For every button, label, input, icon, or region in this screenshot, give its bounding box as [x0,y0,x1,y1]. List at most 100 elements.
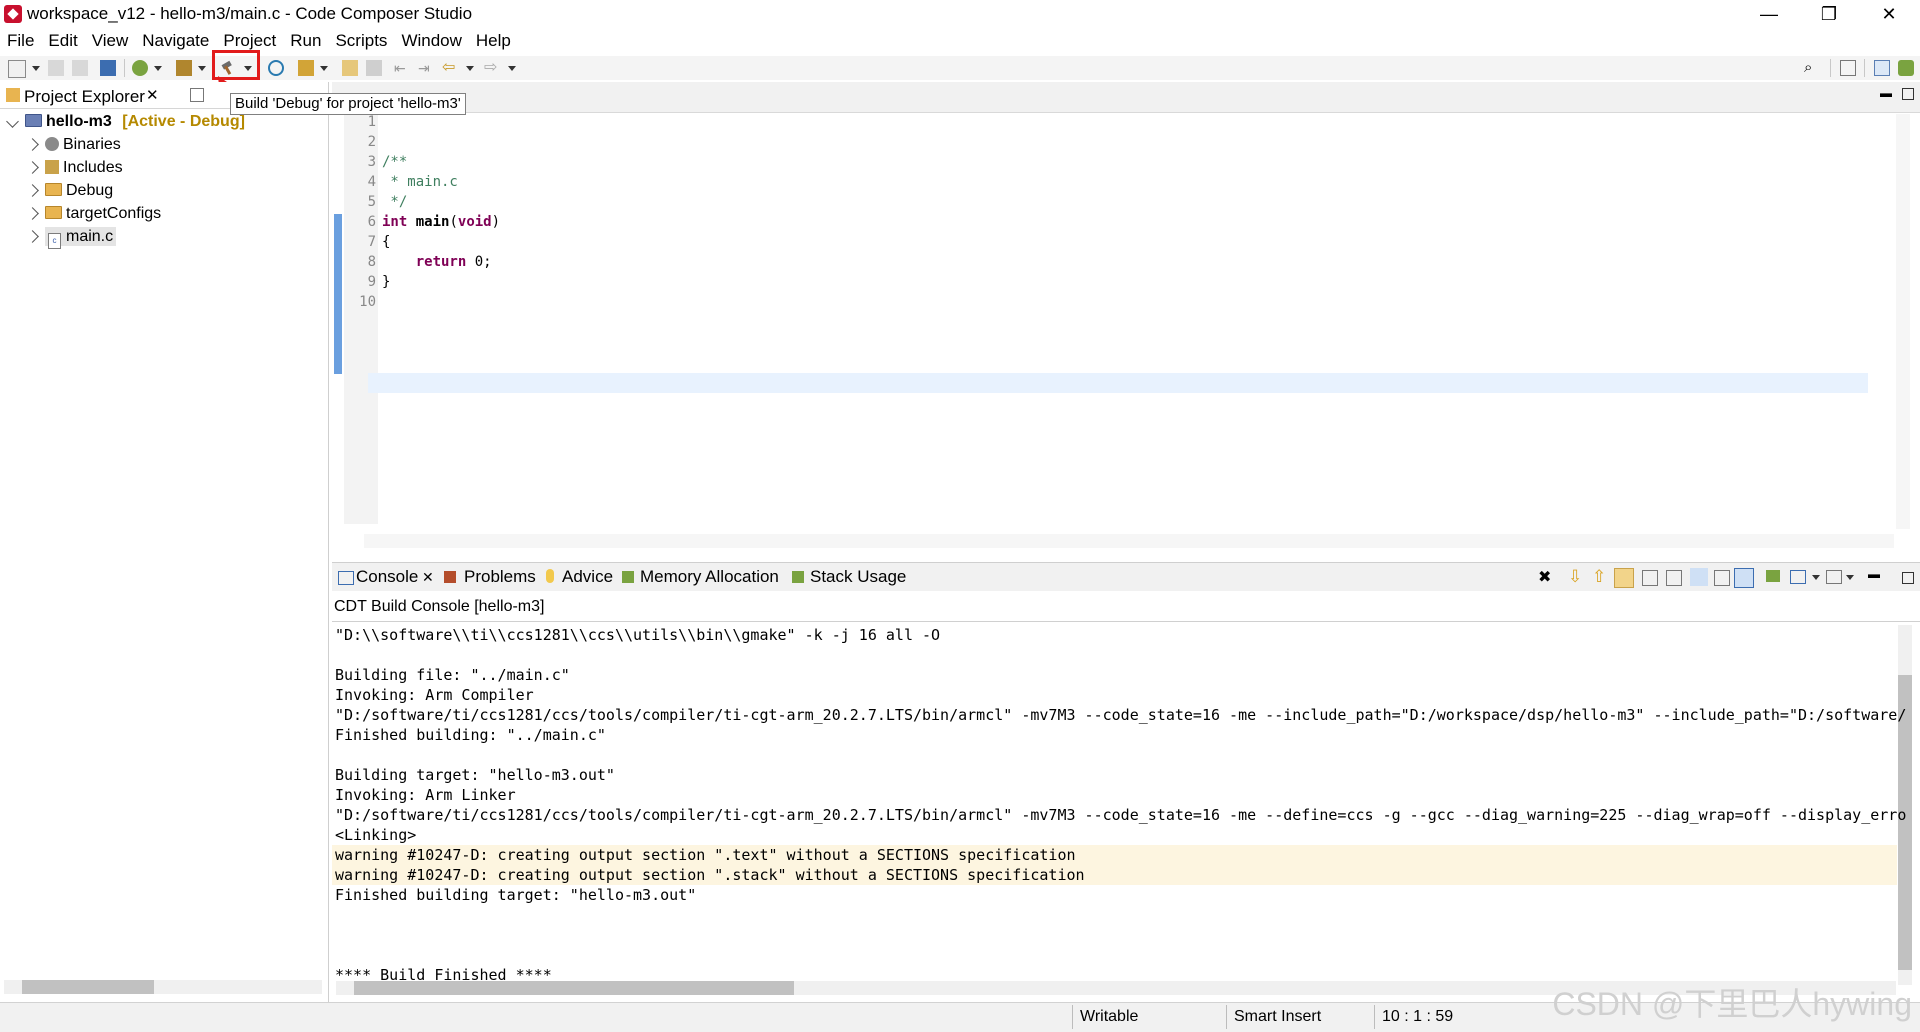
terminal-icon[interactable] [100,60,116,76]
tree-item-label: targetConfigs [66,205,162,222]
console-tabbar: Console ✕ Problems Advice Memory Allocat… [332,563,1920,591]
open-console-icon[interactable] [1766,570,1780,582]
chevron-right-icon[interactable] [26,161,39,174]
console-line: <Linking> [335,826,417,844]
tree-item-main-c[interactable]: c main.c [26,226,117,249]
tab-console[interactable]: Console [356,567,418,587]
forward-arrow-icon[interactable]: ⇨ [484,60,500,76]
wand-icon[interactable] [298,60,314,76]
chevron-right-icon[interactable] [26,138,39,151]
code-line[interactable]: { [382,234,390,250]
tab-project-explorer[interactable]: Project Explorer [24,87,145,107]
display-dropdown-icon[interactable] [1812,575,1820,580]
scroll-thumb[interactable] [22,980,154,994]
show-on-error-icon[interactable] [1734,568,1754,588]
menu-edit[interactable]: Edit [41,29,84,53]
code-editor[interactable]: ▬ 1 2 3 /** 4 * main.c 5 */ 6 int main(void) 7 {8… [332,82,1920,548]
annotation-icon[interactable] [342,60,358,76]
minimize-view-icon[interactable]: ▬ [1868,567,1880,581]
show-on-output-icon[interactable] [1714,570,1730,586]
c-file-icon: c [48,233,61,249]
refresh-icon[interactable] [268,60,284,76]
save-icon[interactable] [48,60,64,76]
open-perspective-icon[interactable] [1840,60,1856,76]
tree-item-targetconfigs[interactable]: targetConfigs [26,203,162,225]
includes-icon [45,160,59,174]
menu-view[interactable]: View [85,29,136,53]
code-line[interactable]: /** [382,154,407,170]
maximize-view-icon[interactable] [1902,88,1914,100]
debug-perspective-icon[interactable] [1898,60,1914,76]
tree-project-hello-m3[interactable]: hello-m3 [Active - Debug] [6,111,245,133]
wand-dropdown-icon[interactable] [320,66,328,71]
advice-bulb-icon [546,569,554,583]
tab-advice[interactable]: Advice [562,567,613,587]
forward-dropdown-icon[interactable] [508,66,516,71]
ccs-edit-perspective-icon[interactable] [1874,60,1890,76]
code-line[interactable]: int main(void) [382,214,500,230]
console-line: Invoking: Arm Linker [335,786,516,804]
console-line: Invoking: Arm Compiler [335,686,534,704]
prev-edit-icon[interactable]: ⇤ [394,60,410,76]
chevron-right-icon[interactable] [26,230,39,243]
code-line[interactable]: */ [382,194,407,210]
debug-icon[interactable] [132,60,148,76]
menu-run[interactable]: Run [283,29,328,53]
code-line[interactable]: * main.c [382,174,457,190]
code-line[interactable]: return 0; [382,254,492,270]
minimize-button[interactable]: — [1740,0,1798,28]
chevron-right-icon[interactable] [26,184,39,197]
tab-memory-allocation[interactable]: Memory Allocation [640,567,779,587]
scroll-down-icon[interactable]: ⇩ [1568,567,1582,587]
tab-stack-usage[interactable]: Stack Usage [810,567,906,587]
display-console-icon[interactable] [1790,570,1806,584]
menu-scripts[interactable]: Scripts [328,29,394,53]
back-dropdown-icon[interactable] [466,66,474,71]
search-icon[interactable]: ⌕ [1804,60,1820,76]
code-line[interactable]: } [382,274,390,290]
menu-navigate[interactable]: Navigate [135,29,216,53]
memory-icon [622,571,634,583]
tree-item-binaries[interactable]: Binaries [26,134,121,156]
console-line: Finished building target: "hello-m3.out" [335,886,697,904]
editor-hscrollbar[interactable] [364,534,1894,548]
chevron-right-icon[interactable] [26,207,39,220]
maximize-button[interactable]: ❐ [1800,0,1858,28]
next-edit-icon[interactable]: ⇥ [418,60,434,76]
console-line: warning #10247-D: creating output sectio… [335,866,1085,884]
back-arrow-icon[interactable]: ⇦ [442,60,458,76]
close-tab-icon[interactable]: ✕ [422,569,434,586]
new-dropdown-icon[interactable] [32,66,40,71]
console-line: **** Build Finished **** [335,966,552,984]
chevron-down-icon[interactable] [6,115,19,128]
close-tab-icon[interactable]: ✕ [146,86,159,104]
toggle-icon[interactable] [366,60,382,76]
scroll-up-icon[interactable]: ⇧ [1592,567,1606,587]
tree-item-label: Binaries [63,136,121,153]
tree-item-debug[interactable]: Debug [26,180,113,202]
minimize-view-icon[interactable]: ▬ [1880,86,1892,100]
menu-help[interactable]: Help [469,29,518,53]
maximize-view-icon[interactable] [1902,572,1914,584]
close-window-button[interactable]: ✕ [1860,0,1918,28]
debug-dropdown-icon[interactable] [154,66,162,71]
menu-window[interactable]: Window [394,29,468,53]
save-all-icon[interactable] [72,60,88,76]
console-line: "D:/software/ti/ccs1281/ccs/tools/compil… [335,806,1907,824]
explorer-hscrollbar[interactable] [4,980,322,994]
clear-console-icon[interactable] [1642,570,1658,586]
pin-console-icon[interactable] [1666,570,1682,586]
tree-item-includes[interactable]: Includes [26,157,123,179]
flash-icon[interactable] [176,60,192,76]
new-file-icon[interactable] [8,60,26,78]
collapse-all-icon[interactable] [190,88,204,102]
word-wrap-icon[interactable] [1690,568,1708,586]
tab-problems[interactable]: Problems [464,567,536,587]
new-console-dropdown-icon[interactable] [1846,575,1854,580]
scroll-lock-icon[interactable] [1614,568,1634,588]
terminate-icon[interactable]: ✖ [1538,567,1551,587]
editor-vscrollbar[interactable] [1896,114,1910,529]
new-console-icon[interactable] [1826,570,1842,584]
flash-dropdown-icon[interactable] [198,66,206,71]
menu-file[interactable]: File [0,29,41,53]
